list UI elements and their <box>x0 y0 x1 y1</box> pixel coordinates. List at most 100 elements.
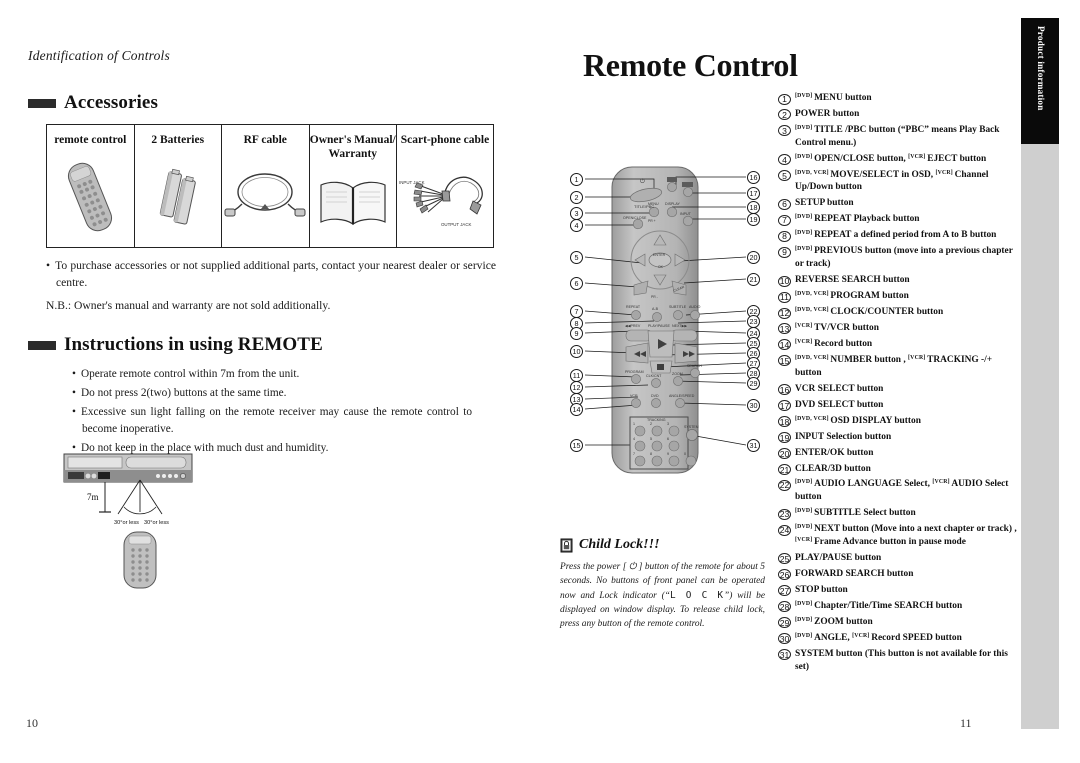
device-tag: [DVD, VCR] <box>795 415 831 422</box>
control-list-item: 13 [VCR] TV/VCR button <box>778 322 1018 335</box>
control-list-item: 7 [DVD] REPEAT Playback button <box>778 213 1018 226</box>
callout-left: 6 <box>570 277 583 290</box>
svg-text:⏻: ⏻ <box>640 178 645 185</box>
accessory-cell-remote: remote control <box>47 125 135 247</box>
next-button <box>670 329 698 342</box>
child-lock-title: Child Lock!!! <box>579 537 660 552</box>
control-list-text: SETUP button <box>795 198 854 209</box>
dvd-select-button <box>683 187 693 197</box>
device-tag: [DVD] <box>795 508 815 515</box>
control-list-number: 2 <box>778 109 791 121</box>
control-list-number: 29 <box>778 617 791 629</box>
device-tag: [DVD] <box>795 479 815 486</box>
page-number-left: 10 <box>26 716 38 730</box>
control-list-item: 8 [DVD] REPEAT a defined period from A to… <box>778 229 1018 242</box>
lock-icon <box>560 538 573 553</box>
svg-text:MENU: MENU <box>648 202 659 206</box>
control-list-number: 12 <box>778 307 791 319</box>
control-list-item: 17 DVD SELECT button <box>778 399 1018 412</box>
program-button <box>631 374 641 384</box>
device-tag: [DVD] <box>795 124 815 131</box>
section-title: Instructions in using REMOTE <box>64 334 323 355</box>
control-list-text: [DVD] PREVIOUS button (move into a previ… <box>795 246 1013 270</box>
control-list-text: [VCR] Record button <box>795 338 873 349</box>
system-button <box>686 428 699 441</box>
device-tag: [DVD] <box>795 230 815 237</box>
instruction-item: Do not press 2(two) buttons at the same … <box>72 385 472 402</box>
control-list-number: 11 <box>778 291 791 303</box>
svg-text:VCR: VCR <box>630 394 638 398</box>
control-list-item: 2 POWER button <box>778 108 1018 121</box>
accessory-cell-batteries: 2 Batteries <box>135 125 222 247</box>
device-tag: [DVD] <box>795 616 815 623</box>
control-list-text: FORWARD SEARCH button <box>795 568 914 579</box>
accessory-label: remote control <box>54 134 127 146</box>
svg-text:ENTER: ENTER <box>653 253 666 257</box>
repeat-ab-button <box>652 312 662 322</box>
accessory-label: Scart-phone cable <box>400 134 490 146</box>
remote-control-illustration <box>47 147 134 247</box>
control-list-item: 18 [DVD, VCR] OSD DISPLAY button <box>778 415 1018 428</box>
control-list-text: [DVD, VCR] MOVE/SELECT in OSD, [VCR] Cha… <box>795 169 989 193</box>
accessories-notes: To purchase accessories or not supplied … <box>46 258 496 319</box>
control-list-text: [DVD] Chapter/Title/Time SEARCH button <box>795 600 963 611</box>
control-list-number: 28 <box>778 601 791 613</box>
control-list-number: 6 <box>778 198 791 210</box>
page-number-right: 11 <box>960 716 972 730</box>
osd-display-button <box>666 206 678 218</box>
control-list-item: 25 PLAY/PAUSE button <box>778 552 1018 565</box>
control-list-number: 30 <box>778 633 791 645</box>
range-remote-illustration <box>123 531 157 589</box>
control-list-text: SYSTEM button (This button is not availa… <box>795 648 1008 672</box>
control-list-text: [DVD] ZOOM button <box>795 616 873 627</box>
batteries-illustration <box>135 147 222 247</box>
device-tag: [DVD] <box>795 600 815 607</box>
callout-right: 20 <box>747 251 760 264</box>
section-heading-instructions: Instructions in using REMOTE <box>28 334 323 356</box>
control-list-item: 11 [DVD, VCR] PROGRAM button <box>778 290 1018 303</box>
control-list-text: [DVD] REPEAT a defined period from A to … <box>795 230 997 241</box>
control-list-text: [DVD] NEXT button (Move into a next chap… <box>795 524 1017 547</box>
control-list-text: INPUT Selection button <box>795 431 892 442</box>
remote-control-diagram: ⏻ TITLE/PBC MENU DISPLAY OPEN/CLOSE INPU… <box>568 165 763 475</box>
svg-text:ZOOM: ZOOM <box>672 372 683 376</box>
accessories-table: remote control 2 Batteries RF cable Owne… <box>46 124 494 248</box>
control-list-text: CLEAR/3D button <box>795 463 871 474</box>
accessory-label: Owner's Manual/ Warranty <box>309 134 396 161</box>
control-list-item: 30 [DVD] ANGLE, [VCR] Record SPEED button <box>778 632 1018 645</box>
control-list-item: 14 [VCR] Record button <box>778 338 1018 351</box>
svg-text:PR +: PR + <box>648 219 656 223</box>
device-tag: [VCR] <box>795 338 815 345</box>
device-tag: [DVD] <box>795 632 815 639</box>
svg-text:9: 9 <box>667 452 669 456</box>
svg-text:1: 1 <box>633 422 635 426</box>
device-tag: [DVD] <box>795 246 815 253</box>
svg-text:CLK/CNT: CLK/CNT <box>646 374 662 378</box>
svg-text:7: 7 <box>633 452 635 456</box>
zoom-button <box>673 376 683 386</box>
control-list-item: 22 [DVD] AUDIO LANGUAGE Select, [VCR] AUD… <box>778 478 1018 504</box>
svg-text:OPEN/CLOSE: OPEN/CLOSE <box>623 216 647 220</box>
control-list-item: 27 STOP button <box>778 584 1018 597</box>
svg-text:AUDIO: AUDIO <box>689 305 701 309</box>
clock-counter-button <box>651 378 661 388</box>
control-list-text: [DVD, VCR] PROGRAM button <box>795 291 909 302</box>
section-tab-label: Product information <box>1036 26 1046 111</box>
svg-text:4: 4 <box>633 437 635 441</box>
control-list-number: 26 <box>778 569 791 581</box>
device-tag: [DVD] <box>795 214 815 221</box>
svg-text:REPEAT: REPEAT <box>626 305 641 309</box>
accessory-cell-rf-cable: RF cable <box>222 125 310 247</box>
device-tag: [VCR] <box>935 169 955 176</box>
callout-right: 16 <box>747 171 760 184</box>
control-list-number: 13 <box>778 323 791 335</box>
callout-right: 30 <box>747 399 760 412</box>
control-list-item: 6 SETUP button <box>778 197 1018 210</box>
child-lock-note: Child Lock!!! Press the power [ ⏻ ] butt… <box>560 537 765 631</box>
callout-right: 21 <box>747 273 760 286</box>
control-list-item: 21 CLEAR/3D button <box>778 463 1018 476</box>
svg-text:NEXT▶▶: NEXT▶▶ <box>672 324 688 328</box>
control-list-item: 9 [DVD] PREVIOUS button (move into a prev… <box>778 245 1018 271</box>
device-tag: [VCR] <box>908 354 928 361</box>
audio-button <box>690 310 700 320</box>
